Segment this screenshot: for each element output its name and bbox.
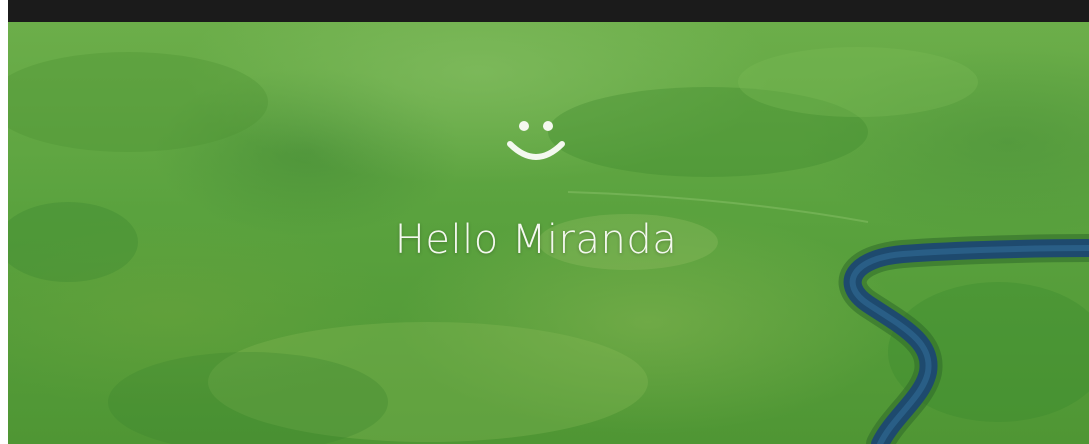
left-white-edge: [0, 0, 8, 444]
top-black-bar: [0, 0, 1089, 22]
greeting-text: Hello Miranda: [394, 217, 678, 263]
smiley-face-icon: [507, 121, 565, 160]
lock-screen-background: Hello Miranda: [8, 22, 1089, 444]
lock-screen-frame: Hello Miranda: [0, 0, 1089, 444]
greeting-area: Hello Miranda: [8, 22, 1089, 444]
